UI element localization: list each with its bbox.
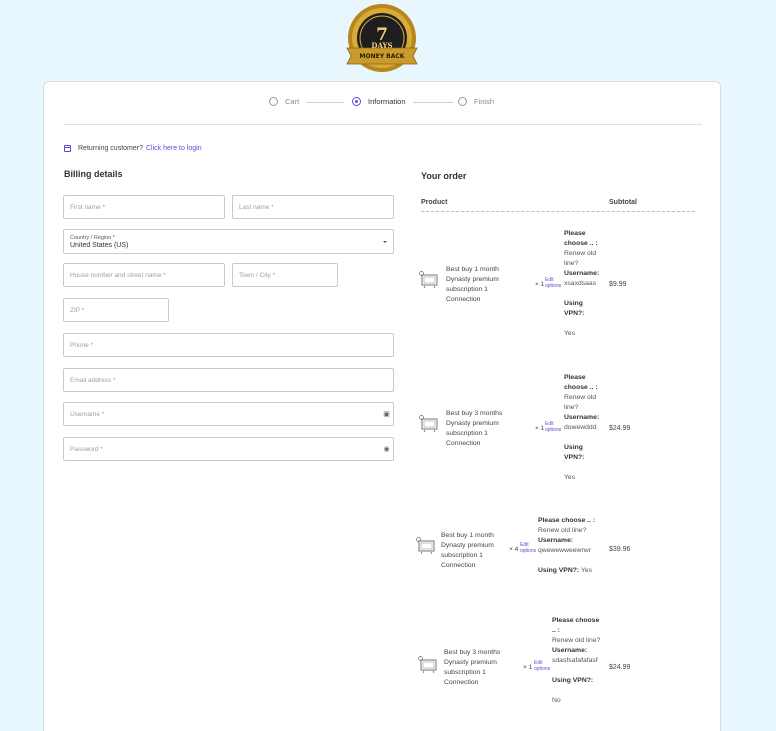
username-field[interactable]: Username * ▣ [63, 402, 394, 426]
calendar-icon [64, 145, 71, 152]
step-finish-label: Finish [474, 97, 495, 106]
step-information-circle-icon [352, 97, 361, 106]
step-cart[interactable]: Cart [269, 97, 299, 106]
password-placeholder: Password * [70, 445, 103, 453]
product-meta: Please choose .. : Renew old line? Usern… [564, 373, 604, 483]
phone-field[interactable]: Phone * [63, 333, 394, 357]
meta-username-label: Username: [538, 537, 574, 544]
meta-username-value: xsaxdsaas [564, 280, 597, 287]
meta-vpn-value: Yes [580, 567, 593, 574]
phone-placeholder: Phone * [70, 341, 94, 349]
step-finish-circle-icon [458, 97, 467, 106]
order-header-divider [421, 211, 695, 212]
product-thumbnail-icon [419, 271, 438, 289]
product-thumbnail-icon [419, 415, 438, 433]
meta-vpn-label: Using VPN?: [564, 444, 585, 461]
edit-options-link[interactable]: Edit options [534, 660, 554, 672]
returning-customer-notice: Returning customer? Click here to login [64, 145, 202, 152]
meta-choose-value: Renew old line? [564, 250, 597, 267]
product-subtotal: $24.99 [609, 425, 631, 432]
last-name-placeholder: Last name * [239, 203, 274, 211]
zip-placeholder: ZIP * [70, 306, 85, 314]
country-label: Country / Region * [70, 234, 115, 241]
meta-vpn-value: Yes [564, 330, 576, 337]
edit-options-link[interactable]: Edit options [545, 421, 565, 433]
street-address-field[interactable]: House number and street name * [63, 263, 225, 287]
meta-username-label: Username: [564, 414, 600, 421]
meta-username-value: sdasfsafafafasf [552, 657, 598, 664]
your-order-title: Your order [421, 171, 467, 181]
meta-vpn-label: Using VPN?: [538, 567, 580, 574]
product-name: Best buy 1 month Dynasty premium subscri… [441, 532, 494, 569]
step-connector [413, 102, 453, 103]
checkout-steps: Cart Information Finish [44, 82, 720, 125]
steps-divider [63, 124, 702, 125]
country-value: United States (US) [70, 241, 129, 249]
product-meta: Please choose .. : Renew old line? Usern… [538, 516, 606, 576]
meta-choose-label: Please choose .. : [538, 517, 596, 524]
returning-customer-text: Returning customer? [78, 145, 143, 152]
product-thumbnail-icon [418, 656, 437, 674]
product-meta: Please choose .. : Renew old line? Usern… [564, 229, 604, 339]
product-quantity: × 1 [523, 664, 533, 671]
login-link[interactable]: Click here to login [146, 145, 202, 152]
meta-choose-value: Renew old line? [564, 394, 597, 411]
meta-username-value: qwewewweewrwr [538, 547, 591, 554]
product-name: Best buy 1 month Dynasty premium subscri… [446, 266, 499, 303]
badge-days: DAYS [371, 41, 392, 50]
product-quantity: × 4 [509, 546, 519, 553]
email-field[interactable]: Email address * [63, 368, 394, 392]
product-quantity: × 1 [535, 425, 545, 432]
checkout-panel: Cart Information Finish Returning custom… [43, 81, 721, 731]
last-name-field[interactable]: Last name * [232, 195, 394, 219]
step-information-label: Information [368, 97, 406, 106]
first-name-field[interactable]: First name * [63, 195, 225, 219]
edit-options-link[interactable]: Edit options [520, 542, 540, 554]
billing-details-title: Billing details [64, 169, 123, 179]
meta-vpn-label: Using VPN?: [552, 677, 594, 684]
city-field[interactable]: Town / City * [232, 263, 338, 287]
meta-choose-value: Renew old line? [538, 527, 587, 534]
street-address-placeholder: House number and street name * [70, 271, 166, 279]
product-name: Best buy 3 months Dynasty premium subscr… [444, 649, 501, 686]
zip-field[interactable]: ZIP * [63, 298, 169, 322]
meta-vpn-value: Yes [564, 474, 576, 481]
step-information[interactable]: Information [352, 97, 406, 106]
badge-money-back: MONEY BACK [360, 53, 405, 60]
meta-choose-label: Please choose .. : [552, 617, 600, 634]
city-placeholder: Town / City * [239, 271, 276, 279]
edit-options-link[interactable]: Edit options [545, 277, 565, 289]
meta-choose-label: Please choose .. : [564, 374, 598, 391]
product-quantity: × 1 [535, 281, 545, 288]
product-meta: Please choose .. : Renew old line? Usern… [552, 616, 602, 706]
username-autofill-icon[interactable]: ▣ [383, 411, 390, 418]
product-subtotal: $24.99 [609, 664, 631, 671]
subtotal-column-header: Subtotal [609, 199, 637, 206]
chevron-down-icon [383, 241, 387, 243]
meta-choose-label: Please choose .. : [564, 230, 598, 247]
step-connector [306, 102, 344, 103]
meta-username-label: Username: [564, 270, 600, 277]
username-placeholder: Username * [70, 410, 105, 418]
meta-vpn-value: No [552, 697, 561, 704]
meta-username-value: dowewddd [564, 424, 597, 431]
meta-username-label: Username: [552, 647, 588, 654]
step-finish[interactable]: Finish [458, 97, 494, 106]
country-select[interactable]: Country / Region * United States (US) [63, 229, 394, 254]
product-column-header: Product [421, 199, 448, 206]
product-thumbnail-icon [416, 537, 435, 555]
step-cart-label: Cart [285, 97, 300, 106]
money-back-badge: 7 DAYS MONEY BACK [343, 4, 421, 76]
product-subtotal: $9.99 [609, 281, 627, 288]
password-field[interactable]: Password * ◉ [63, 437, 394, 461]
email-placeholder: Email address * [70, 376, 116, 384]
product-subtotal: $39.96 [609, 546, 631, 553]
step-cart-circle-icon [269, 97, 278, 106]
first-name-placeholder: First name * [70, 203, 106, 211]
eye-icon[interactable]: ◉ [383, 446, 390, 453]
product-name: Best buy 3 months Dynasty premium subscr… [446, 410, 503, 447]
meta-choose-value: Renew old line? [552, 637, 601, 644]
meta-vpn-label: Using VPN?: [564, 300, 585, 317]
